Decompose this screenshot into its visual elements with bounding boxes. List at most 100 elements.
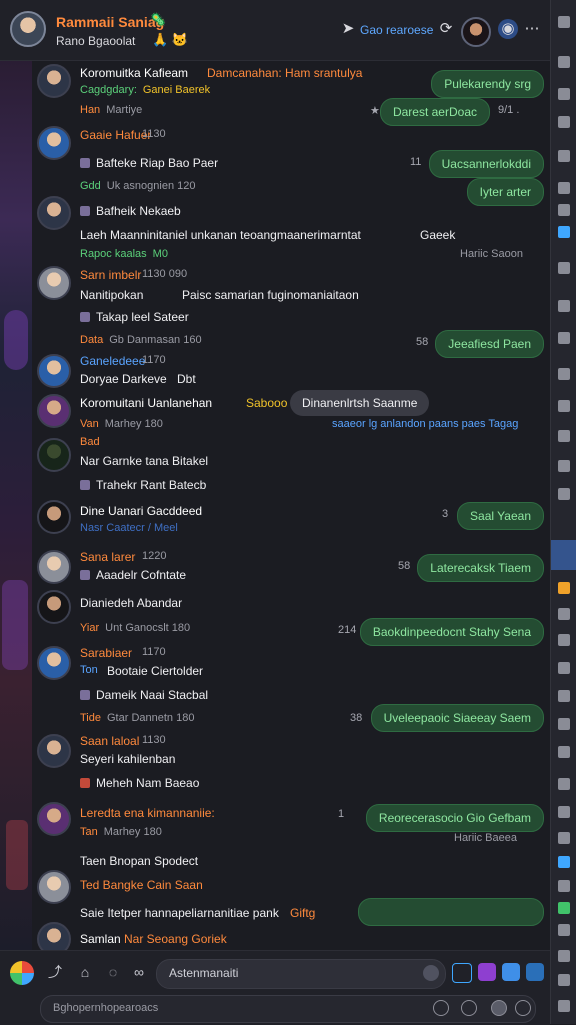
sidebar-icon[interactable] [558, 690, 570, 702]
sidebar-icon[interactable] [558, 368, 570, 380]
outgoing-bubble[interactable]: Reorecerasocio Gio Gefbam [365, 804, 544, 832]
sender-name[interactable]: Sarabiaer [80, 646, 132, 660]
link-text[interactable]: Hariic Saoon [460, 248, 523, 260]
gif-icon[interactable] [502, 963, 520, 981]
avatar[interactable] [37, 870, 71, 904]
sender-name[interactable]: Leredta ena kimannaniie: [80, 806, 215, 820]
sidebar-icon[interactable] [558, 950, 570, 962]
sidebar-icon[interactable] [558, 182, 570, 194]
sender-name[interactable]: Koromuitka Kafieam [80, 66, 188, 80]
sidebar-icon[interactable] [558, 56, 570, 68]
outgoing-bubble[interactable]: Uacsannerlokddi [428, 150, 544, 178]
avatar[interactable] [37, 550, 71, 584]
settings-icon[interactable] [461, 1000, 477, 1016]
avatar[interactable] [37, 646, 71, 680]
sidebar-icon[interactable] [558, 778, 570, 790]
sticker-icon[interactable] [478, 963, 496, 981]
sidebar-icon[interactable] [558, 746, 570, 758]
secondary-input[interactable]: Bghopernhopearoacs [40, 995, 536, 1023]
avatar[interactable] [37, 590, 71, 624]
outgoing-bubble[interactable]: Laterecaksk Tiaem [417, 554, 544, 582]
chat-avatar[interactable] [10, 11, 46, 47]
avatar[interactable] [37, 126, 71, 160]
outgoing-bubble[interactable]: Pulekarendy srg [431, 70, 544, 98]
sidebar-icon[interactable] [558, 924, 570, 936]
more-icon[interactable]: ⋯ [522, 19, 542, 39]
sidebar-icon[interactable] [558, 116, 570, 128]
avatar[interactable] [37, 266, 71, 300]
chat-title[interactable]: Rammaii Saniag [56, 14, 164, 30]
avatar[interactable] [37, 500, 71, 534]
chat-bubble-icon[interactable]: ◌ [104, 963, 122, 981]
sidebar-icon[interactable] [558, 460, 570, 472]
sidebar-icon[interactable] [558, 806, 570, 818]
sender-name[interactable]: Saan laloal [80, 734, 139, 748]
image-icon[interactable] [452, 963, 472, 983]
emoji-icon[interactable] [423, 965, 439, 981]
outgoing-bubble[interactable]: Darest aerDoac [379, 98, 490, 126]
sender-name[interactable]: Ted Bangke Cain Saan [80, 878, 203, 892]
meta-tag: Gdd [80, 180, 101, 192]
info-icon[interactable] [433, 1000, 449, 1016]
outgoing-bubble[interactable]: Uveleepaoic Siaeeay Saem [370, 704, 544, 732]
avatar[interactable] [37, 394, 71, 428]
sidebar-icon[interactable] [558, 880, 570, 892]
voice-icon[interactable] [491, 1000, 507, 1016]
sidebar-icon[interactable] [558, 634, 570, 646]
sidebar-icon[interactable] [558, 582, 570, 594]
sidebar-icon[interactable] [558, 832, 570, 844]
sender-name[interactable]: Koromuitani Uanlanehan [80, 396, 212, 410]
link-text[interactable]: Hariic Baeea [454, 832, 517, 844]
sidebar-icon[interactable] [558, 488, 570, 500]
outgoing-bubble[interactable] [358, 898, 544, 926]
sidebar-icon[interactable] [558, 300, 570, 312]
sidebar-icon[interactable] [558, 262, 570, 274]
peer-avatar[interactable] [461, 17, 491, 47]
sidebar-icon[interactable] [558, 150, 570, 162]
avatar[interactable] [37, 802, 71, 836]
sidebar-icon[interactable] [558, 974, 570, 986]
sender-name[interactable]: Dine Uanari Gacddeed [80, 504, 202, 518]
refresh-icon[interactable]: ⟳ [436, 19, 456, 39]
sidebar-icon[interactable] [558, 608, 570, 620]
sidebar-icon[interactable] [558, 400, 570, 412]
sidebar-icon[interactable] [558, 856, 570, 868]
send-icon[interactable] [515, 1000, 531, 1016]
link-icon[interactable]: ∞ [130, 963, 148, 981]
mention-icon[interactable]: ⤴ [46, 963, 64, 981]
sender-name[interactable]: Samlan [80, 932, 121, 946]
sidebar-icon[interactable] [558, 226, 570, 238]
sidebar-icon[interactable] [558, 718, 570, 730]
sidebar-icon[interactable] [558, 332, 570, 344]
sender-name[interactable]: Sana larer [80, 550, 135, 564]
sender-name[interactable]: Gaaie Hafuer [80, 128, 151, 142]
sender-name[interactable]: Sarn imbelr [80, 268, 141, 282]
avatar[interactable] [37, 438, 71, 472]
incoming-bubble[interactable]: Dinanenlrtsh Saanme [290, 390, 430, 416]
avatar[interactable] [37, 64, 71, 98]
avatar[interactable] [37, 734, 71, 768]
home-icon[interactable]: ⌂ [76, 963, 94, 981]
app-logo-icon[interactable] [10, 961, 34, 985]
sidebar-icon[interactable] [558, 662, 570, 674]
sidebar-selected[interactable] [551, 540, 576, 570]
outgoing-bubble[interactable]: Iyter arter [466, 178, 544, 206]
sidebar-icon[interactable] [558, 88, 570, 100]
sidebar-icon[interactable] [558, 204, 570, 216]
attach-icon[interactable] [526, 963, 544, 981]
meta-text: Gtar Dannetn 180 [107, 712, 195, 724]
outgoing-bubble[interactable]: Jeeafiesd Paen [435, 330, 544, 358]
cat-icon[interactable]: ◉ [498, 19, 518, 39]
sidebar-icon[interactable] [558, 902, 570, 914]
reaction-icon: ★ [370, 105, 380, 117]
avatar[interactable] [37, 354, 71, 388]
sidebar-icon[interactable] [558, 430, 570, 442]
outgoing-bubble[interactable]: Baokdinpeedocnt Stahy Sena [359, 618, 544, 646]
avatar[interactable] [37, 196, 71, 230]
sidebar-icon[interactable] [558, 1000, 570, 1012]
outgoing-bubble[interactable]: Saal Yaean [457, 502, 544, 530]
message-input[interactable]: Astenmanaiti [156, 959, 446, 989]
sender-name[interactable]: Ganeledeee [80, 354, 145, 368]
link-text[interactable]: saaeor lg anlandon paans paes Tagag [332, 418, 518, 430]
sidebar-icon[interactable] [558, 16, 570, 28]
